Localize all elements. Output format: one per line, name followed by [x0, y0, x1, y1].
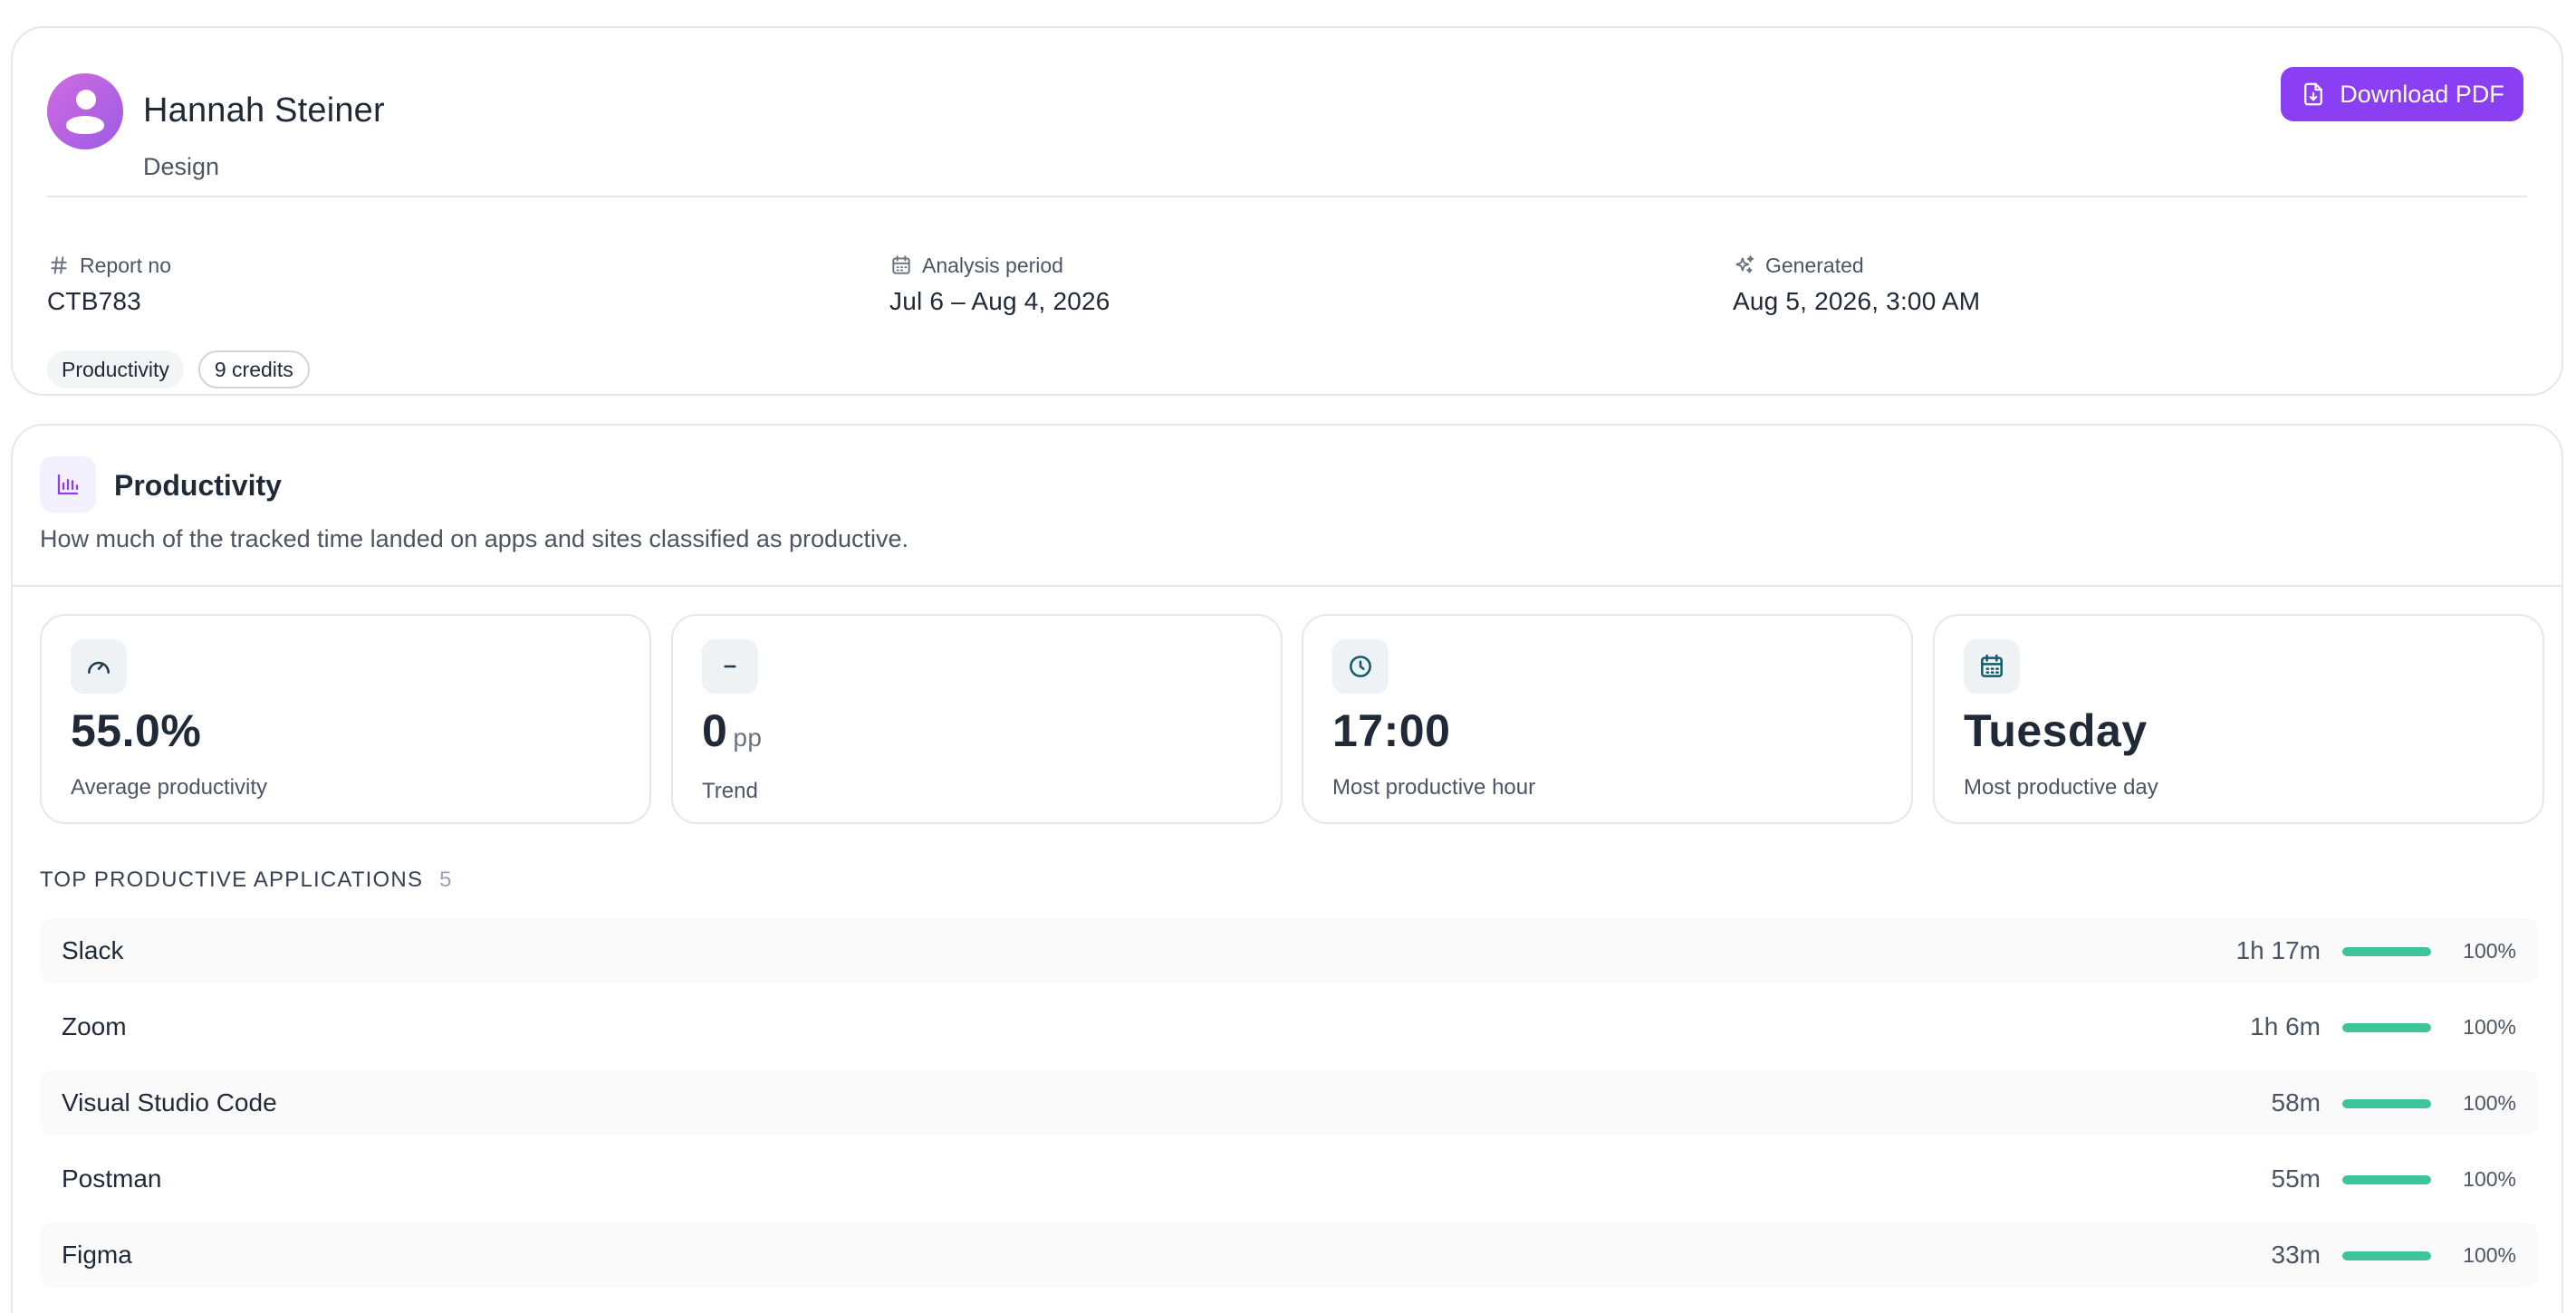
- stat-label: Average productivity: [71, 775, 268, 800]
- minus-icon: [724, 665, 736, 668]
- user-name: Hannah Steiner: [143, 91, 385, 129]
- section-title: Productivity: [114, 469, 282, 502]
- hash-icon: [51, 256, 67, 274]
- header-divider: [47, 196, 2527, 197]
- calendar-icon: [1981, 654, 2003, 677]
- app-name: Zoom: [62, 1012, 127, 1040]
- stat-value: 0 pp: [702, 704, 762, 757]
- stat-most-productive-day: Tuesday Most productive day: [1933, 614, 2544, 824]
- app-progress-bar: [2342, 947, 2431, 956]
- app-name: Figma: [62, 1241, 132, 1269]
- stat-value: Tuesday: [1964, 705, 2148, 756]
- meta-report-no: Report no CTB783: [47, 251, 171, 316]
- app-time: 1h 17m: [2235, 936, 2321, 964]
- apps-heading: TOP PRODUCTIVE APPLICATIONS 5: [40, 867, 452, 893]
- analysis-period-value: Jul 6 – Aug 4, 2026: [889, 287, 1110, 315]
- stat-label: Most productive day: [1964, 775, 2158, 800]
- stat-label: Most productive hour: [1332, 775, 1536, 800]
- app-progress-bar: [2342, 1175, 2431, 1184]
- section-divider: [13, 585, 2562, 587]
- analysis-period-label: Analysis period: [922, 253, 1063, 277]
- stat-most-productive-hour: 17:00 Most productive hour: [1302, 614, 1913, 824]
- generated-value: Aug 5, 2026, 3:00 AM: [1733, 287, 1981, 315]
- stat-average-productivity: 55.0% Average productivity: [40, 614, 651, 824]
- sparkles-icon: [1735, 255, 1754, 273]
- app-percent: 100%: [2463, 939, 2516, 963]
- app-time: 1h 6m: [2250, 1012, 2321, 1040]
- app-progress-bar: [2342, 1023, 2431, 1032]
- app-percent: 100%: [2463, 1243, 2516, 1267]
- credits-chip: 9 credits: [197, 350, 310, 388]
- app-progress-bar: [2342, 1099, 2431, 1108]
- trend-number: 0: [702, 705, 728, 756]
- list-item: Postman 55m 100%: [40, 1146, 2538, 1212]
- section-icon-box: [40, 456, 96, 513]
- app-time: 33m: [2271, 1241, 2321, 1269]
- trend-unit: pp: [733, 724, 763, 752]
- bar-chart-icon: [57, 474, 79, 495]
- report-header-card: Hannah Steiner Design Download PDF Repor…: [11, 26, 2563, 396]
- app-list: Slack 1h 17m 100% Zoom 1h 6m 100% Visual…: [40, 918, 2538, 1299]
- calendar-icon: [892, 255, 910, 274]
- stat-trend: 0 pp Trend: [671, 614, 1283, 824]
- apps-count: 5: [439, 867, 452, 892]
- meta-analysis-period: Analysis period Jul 6 – Aug 4, 2026: [889, 251, 1110, 316]
- report-page: Hannah Steiner Design Download PDF Repor…: [0, 0, 2576, 1313]
- app-progress-bar: [2342, 1251, 2431, 1260]
- download-pdf-label: Download PDF: [2340, 80, 2504, 108]
- app-time: 58m: [2271, 1088, 2321, 1117]
- app-name: Slack: [62, 936, 124, 964]
- app-percent: 100%: [2463, 1015, 2516, 1039]
- stat-value: 17:00: [1332, 705, 1451, 756]
- app-percent: 100%: [2463, 1167, 2516, 1191]
- list-item: Slack 1h 17m 100%: [40, 918, 2538, 983]
- report-chips: Productivity 9 credits: [47, 350, 310, 388]
- app-name: Postman: [62, 1164, 162, 1193]
- report-no-label: Report no: [80, 253, 172, 277]
- generated-label: Generated: [1765, 253, 1864, 277]
- stat-label: Trend: [702, 779, 758, 803]
- list-item: Visual Studio Code 58m 100%: [40, 1070, 2538, 1136]
- apps-heading-label: TOP PRODUCTIVE APPLICATIONS: [40, 867, 424, 892]
- app-percent: 100%: [2463, 1091, 2516, 1115]
- report-no-value: CTB783: [47, 287, 141, 315]
- app-time: 55m: [2271, 1164, 2321, 1193]
- avatar: [47, 73, 123, 149]
- download-pdf-button[interactable]: Download PDF: [2281, 67, 2523, 121]
- productivity-section: Productivity How much of the tracked tim…: [11, 424, 2563, 1313]
- file-download-icon: [2304, 82, 2323, 106]
- meta-generated: Generated Aug 5, 2026, 3:00 AM: [1733, 251, 1980, 316]
- stat-value: 55.0%: [71, 705, 202, 756]
- report-type-chip: Productivity: [47, 350, 184, 388]
- app-name: Visual Studio Code: [62, 1088, 277, 1117]
- section-description: How much of the tracked time landed on a…: [40, 525, 909, 552]
- gauge-icon: [88, 661, 110, 674]
- user-department: Design: [143, 153, 220, 180]
- clock-icon: [1350, 656, 1371, 677]
- list-item: Figma 33m 100%: [40, 1222, 2538, 1288]
- list-item: Zoom 1h 6m 100%: [40, 994, 2538, 1059]
